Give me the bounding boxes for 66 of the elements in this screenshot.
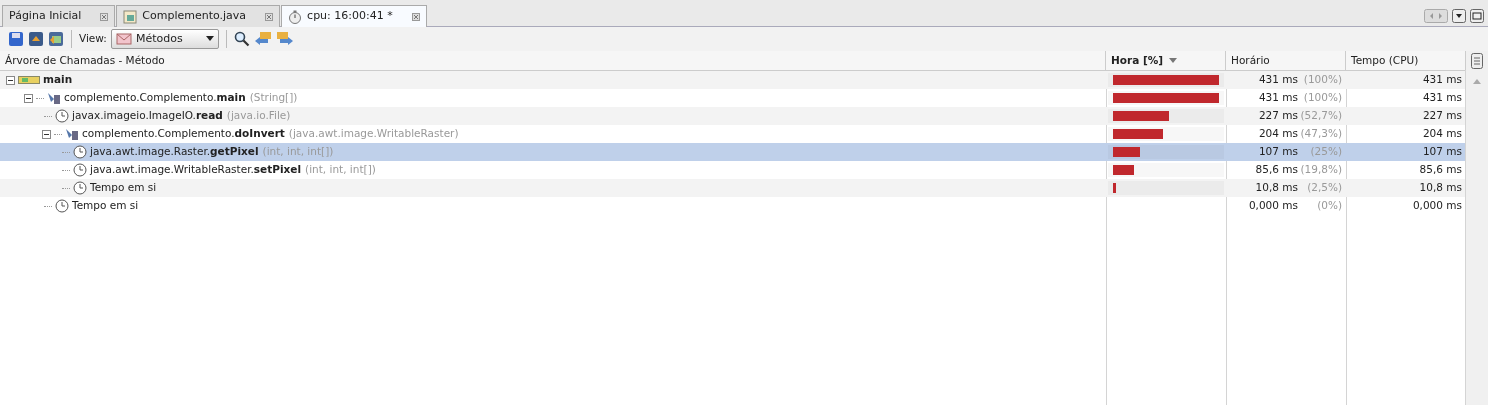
table-cell-text: 85,6 ms (19,8%) — [1254, 162, 1343, 178]
table-cell-text: 431 ms — [1421, 72, 1463, 88]
tree-row[interactable]: complemento.Complemento.main (String[]) 431 ms (100%) 431 ms — [0, 89, 1465, 107]
view-label: View: — [79, 31, 107, 47]
clock-icon — [55, 109, 69, 123]
export-icon[interactable] — [28, 31, 44, 47]
table-cell-text: 10,8 ms (2,5%) — [1254, 180, 1343, 196]
tree-row[interactable]: java.awt.image.WritableRaster.setPixel (int, int, int[]) 85,6 ms (19,8%) 85,6 ms — [0, 161, 1465, 179]
collapse-icon[interactable] — [6, 75, 15, 85]
clock-icon — [73, 181, 87, 195]
view-dropdown[interactable]: Métodos — [110, 29, 219, 49]
method-name: main — [43, 72, 73, 88]
method-name: java.awt.image.WritableRaster.setPixel (int, int, int[]) — [90, 162, 376, 178]
tree-row[interactable]: Tempo em si 10,8 ms (2,5%) 10,8 ms — [0, 179, 1465, 197]
thread-icon — [18, 76, 40, 84]
editor-tab[interactable]: Complemento.java — [116, 5, 281, 27]
clock-icon — [73, 145, 87, 159]
column-header[interactable]: Árvore de Chamadas - Método — [0, 51, 1106, 70]
collapse-icon[interactable] — [42, 129, 51, 139]
table-cell-text: 431 ms (100%) — [1257, 90, 1343, 106]
dropdown-icon[interactable] — [1452, 9, 1466, 23]
method-name: Tempo em si — [72, 198, 139, 214]
table-cell-text: 0,000 ms — [1411, 198, 1463, 214]
editor-tab[interactable]: cpu: 16:00:41 * — [281, 5, 427, 27]
method-name: Tempo em si — [90, 180, 157, 196]
envelope-icon — [115, 32, 132, 46]
table-cell-text: 107 ms — [1421, 144, 1463, 160]
caret-icon — [205, 36, 214, 42]
table-cell-text: 85,6 ms — [1418, 162, 1463, 178]
tree-row[interactable]: complemento.Complemento.doInvert (java.awt.image.WritableRaster) 204 ms (47,3%) 204 ms — [0, 125, 1465, 143]
table-cell-text: 227 ms (52,7%) — [1257, 108, 1343, 124]
tree-row[interactable]: java.awt.image.Raster.getPixel (int, int, int[]) 107 ms (25%) 107 ms — [0, 143, 1465, 161]
column-chooser-icon[interactable] — [1471, 53, 1483, 69]
table-cell-text: 0,000 ms (0%) — [1247, 198, 1343, 214]
collapse-icon[interactable] — [24, 93, 33, 103]
close-icon[interactable] — [411, 12, 420, 21]
table-cell-text: 204 ms — [1421, 126, 1463, 142]
clock-icon — [73, 163, 87, 177]
save-icon[interactable] — [8, 31, 24, 47]
tree-row[interactable]: main 431 ms (100%) 431 ms — [0, 71, 1465, 89]
method-name: complemento.Complemento.doInvert (java.awt.image.WritableRaster) — [82, 126, 459, 142]
maximize-icon[interactable] — [1470, 9, 1484, 23]
method-icon — [65, 127, 79, 141]
column-header[interactable]: Hora [%] — [1106, 51, 1226, 70]
method-name: complemento.Complemento.main (String[]) — [64, 90, 298, 106]
clock-icon — [55, 199, 69, 213]
table-cell-text: 227 ms — [1421, 108, 1463, 124]
stopwatch-icon — [288, 9, 303, 24]
close-icon[interactable] — [100, 12, 109, 21]
search-icon[interactable] — [233, 31, 250, 47]
sort-icon — [1168, 57, 1179, 64]
editor-tab[interactable]: Página Inicial — [2, 5, 116, 27]
image-export-icon[interactable] — [48, 31, 64, 47]
table-cell-text: 10,8 ms — [1418, 180, 1463, 196]
table-cell-text: 107 ms (25%) — [1257, 144, 1343, 160]
close-icon[interactable] — [265, 12, 274, 21]
table-cell-text: 204 ms (47,3%) — [1257, 126, 1343, 142]
method-name: javax.imageio.ImageIO.read (java.io.File) — [72, 108, 291, 124]
forward-arrow-icon[interactable] — [275, 31, 294, 47]
method-icon — [47, 91, 61, 105]
column-header[interactable]: Horário — [1226, 51, 1346, 70]
method-name: java.awt.image.Raster.getPixel (int, int, int[]) — [90, 144, 334, 160]
tree-row[interactable]: Tempo em si 0,000 ms (0%) 0,000 ms — [0, 197, 1465, 215]
table-cell-text: 431 ms — [1421, 90, 1463, 106]
table-cell-text: 431 ms (100%) — [1257, 72, 1343, 88]
tree-row[interactable]: javax.imageio.ImageIO.read (java.io.File) 227 ms (52,7%) 227 ms — [0, 107, 1465, 125]
